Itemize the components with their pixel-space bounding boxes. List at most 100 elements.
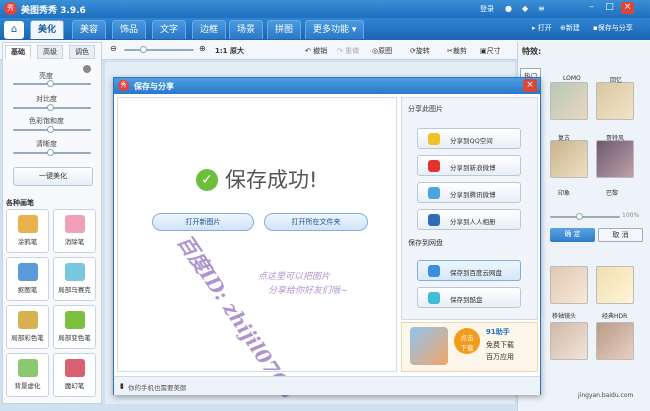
tool-mosaic[interactable]: 局部马赛克 <box>53 257 96 301</box>
share-renren-button[interactable]: 分享到人人相册 <box>417 209 521 230</box>
rotate-button[interactable]: ⟳旋转 <box>410 46 430 56</box>
zoom-out-icon[interactable]: ⊖ <box>110 44 117 53</box>
effect-thumb[interactable] <box>596 140 634 178</box>
sharpness-knob[interactable] <box>47 149 54 156</box>
phone-beauty-link[interactable]: 你的手机也需要美颜 <box>128 382 187 392</box>
share-tencent-weibo-button[interactable]: 分享到腾讯微博 <box>417 182 521 203</box>
tab-beauty[interactable]: 美容 <box>72 20 107 39</box>
undo-button[interactable]: ↶ 撤销 <box>305 46 327 56</box>
close-window-button[interactable]: × <box>621 2 634 14</box>
footer-site: jingyan.baidu.com <box>578 392 634 399</box>
ad-brand: 91助手 <box>486 328 510 336</box>
maximize-button[interactable]: □ <box>603 2 616 14</box>
effect-thumb[interactable] <box>596 82 634 120</box>
share-title: 分享此图片 <box>408 105 443 113</box>
menu-icon[interactable]: ≡ <box>538 4 545 13</box>
resize-button[interactable]: ▣尺寸 <box>480 46 501 56</box>
tab-beautify[interactable]: 美化 <box>30 20 65 39</box>
user-icon[interactable]: ● <box>505 4 512 13</box>
tab-decor[interactable]: 饰品 <box>112 20 147 39</box>
baidu-cloud-icon <box>428 265 440 277</box>
recolor-pen-icon <box>64 311 85 329</box>
tool-magic-pen[interactable]: 魔幻笔 <box>53 353 96 397</box>
effect-strength-knob[interactable] <box>576 213 583 220</box>
open-new-image-button[interactable]: 打开新图片 <box>152 213 254 231</box>
tool-eraser[interactable]: 消除笔 <box>53 209 96 253</box>
zoom-knob[interactable] <box>140 46 147 53</box>
redo-button[interactable]: ↷ 重做 <box>337 46 359 56</box>
login-link[interactable]: 登录 <box>480 4 494 14</box>
crop-button[interactable]: ✂裁剪 <box>447 46 467 56</box>
new-button[interactable]: ⊕新建 <box>560 23 580 33</box>
cancel-button[interactable]: 取 消 <box>598 228 643 242</box>
dialog-close-button[interactable]: × <box>523 79 537 92</box>
tool-color-pen[interactable]: 局部彩色笔 <box>6 305 49 349</box>
auto-beautify-button[interactable]: 一键美化 <box>13 167 93 186</box>
phone-icon: ▮ <box>120 382 124 390</box>
download-badge[interactable]: 点击 下载 <box>454 328 480 354</box>
ad-banner[interactable]: 点击 下载 91助手 免费下载 百万应用 <box>401 322 538 372</box>
annotation-note: 点这里可以把图片 <box>258 272 331 282</box>
effects-title: 特效: <box>522 47 542 56</box>
kupan-icon <box>428 292 440 304</box>
share-qzone-button[interactable]: 分享到QQ空间 <box>417 128 521 149</box>
minimize-button[interactable]: – <box>585 2 598 14</box>
mosaic-icon <box>64 263 85 281</box>
sharpness-label: 清晰度 <box>36 140 57 148</box>
effect-label: LOMO <box>563 75 581 82</box>
tab-collage[interactable]: 拼图 <box>267 20 302 39</box>
effect-label: 印象 <box>558 190 571 197</box>
app-logo: 秀 <box>4 2 17 15</box>
cloud-title: 保存到网盘 <box>408 239 443 247</box>
qzone-icon <box>428 133 440 145</box>
reset-icon[interactable] <box>83 65 91 73</box>
bag-icon[interactable]: ◆ <box>522 4 528 13</box>
effect-thumb[interactable] <box>596 322 634 360</box>
save-kupan-button[interactable]: 保存到酷盘 <box>417 287 521 308</box>
effect-label: 巴黎 <box>606 190 619 197</box>
tab-color[interactable]: 调色 <box>69 45 95 59</box>
share-sina-weibo-button[interactable]: 分享到新浪微博 <box>417 155 521 176</box>
cutout-icon <box>17 263 38 281</box>
tab-frame[interactable]: 边框 <box>192 20 227 39</box>
annotation-note: 分享给你好友们哦~ <box>268 286 348 296</box>
tool-doodle[interactable]: 涂鸦笔 <box>6 209 49 253</box>
contrast-knob[interactable] <box>47 104 54 111</box>
saturation-knob[interactable] <box>47 126 54 133</box>
ad-line-2: 百万应用 <box>486 353 514 361</box>
effect-thumb[interactable] <box>550 82 588 120</box>
save-share-button[interactable]: ▪保存与分享 <box>593 23 633 33</box>
tab-more[interactable]: 更多功能 ▾ <box>305 20 365 39</box>
effect-thumb[interactable] <box>550 322 588 360</box>
effect-label: 复古 <box>558 135 571 142</box>
app-title: 美图秀秀 3.9.6 <box>21 6 86 16</box>
ok-button[interactable]: 确 定 <box>550 228 595 242</box>
blur-icon <box>17 359 38 377</box>
actual-size-button[interactable]: 1:1 原大 <box>215 46 244 56</box>
effect-thumb[interactable] <box>550 140 588 178</box>
effect-label: 经典HDR <box>602 313 628 320</box>
zoom-in-icon[interactable]: ⊕ <box>199 44 206 53</box>
effect-label: 哥特风 <box>606 135 625 142</box>
tool-recolor-pen[interactable]: 局部变色笔 <box>53 305 96 349</box>
home-icon[interactable]: ⌂ <box>4 21 24 39</box>
doodle-icon <box>17 215 38 233</box>
tool-cutout[interactable]: 抠图笔 <box>6 257 49 301</box>
checkmark-icon: ✓ <box>196 169 218 191</box>
effect-strength-slider[interactable] <box>550 216 620 218</box>
title-bar: 秀 美图秀秀 3.9.6 登录 ● ◆ ≡ – □ × <box>0 0 650 18</box>
tab-basic[interactable]: 基础 <box>5 45 31 59</box>
open-folder-button[interactable]: 打开所在文件夹 <box>264 213 368 231</box>
tab-text[interactable]: 文字 <box>152 20 187 39</box>
effect-thumb[interactable] <box>596 266 634 304</box>
tab-scene[interactable]: 场景 <box>229 20 264 39</box>
zoom-slider[interactable] <box>124 49 194 51</box>
open-button[interactable]: ▸ 打开 <box>532 23 552 33</box>
dialog-title: 保存与分享 <box>134 82 174 91</box>
tool-background-blur[interactable]: 背景虚化 <box>6 353 49 397</box>
save-baidu-cloud-button[interactable]: 保存到百度云网盘 <box>417 260 521 281</box>
brightness-knob[interactable] <box>47 80 54 87</box>
effect-thumb[interactable] <box>550 266 588 304</box>
tab-advanced[interactable]: 高级 <box>37 45 63 59</box>
original-button[interactable]: ◎原图 <box>372 46 392 56</box>
